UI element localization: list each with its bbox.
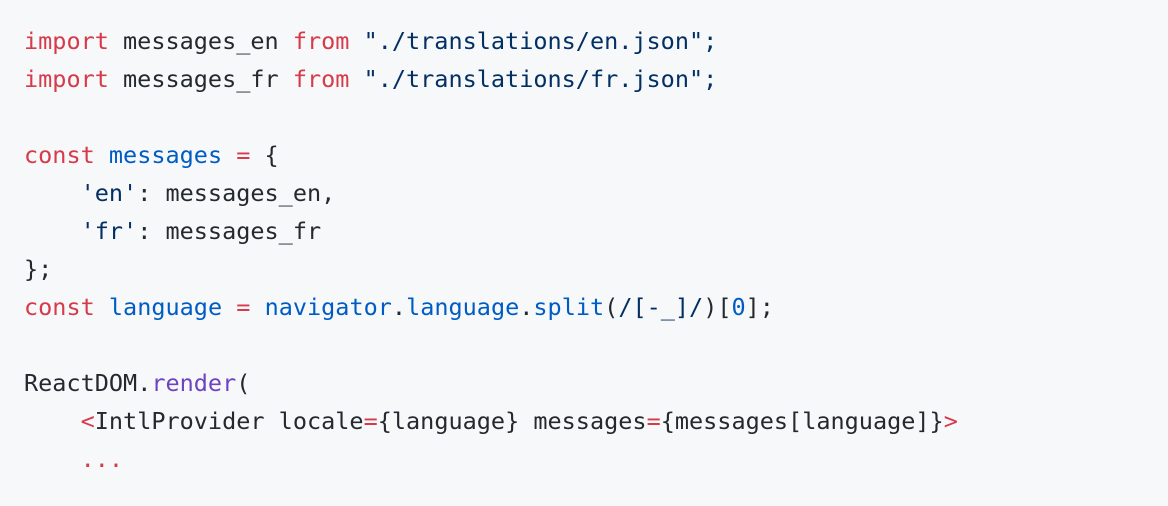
code-line: ...	[24, 440, 1168, 478]
code-token-plain: ];	[745, 293, 774, 321]
code-token-entity: 0	[731, 293, 746, 321]
code-line: ReactDOM.render(	[24, 364, 1168, 402]
code-token-string: "./translations/en.json";	[349, 27, 718, 55]
code-block: import messages_en from "./translations/…	[0, 0, 1168, 506]
code-line: const language = navigator.language.spli…	[24, 288, 1168, 326]
code-line: 'en': messages_en,	[24, 174, 1168, 212]
code-token-function: render	[151, 369, 237, 397]
code-token-entity: language	[406, 293, 520, 321]
code-token-plain: .	[137, 369, 152, 397]
code-token-keyword: import	[24, 65, 109, 93]
code-token-entity: messages	[108, 141, 223, 169]
code-token-string: /[-_]/	[618, 293, 704, 321]
code-token-plain: .	[519, 293, 534, 321]
code-token-plain: (	[604, 293, 619, 321]
code-token-plain: {language} messages	[377, 407, 647, 435]
code-token-plain: : messages_fr	[137, 217, 322, 245]
code-token-plain: IntlProvider locale	[94, 407, 364, 435]
code-token-entity: split	[533, 293, 605, 321]
code-line: const messages = {	[24, 136, 1168, 174]
code-token-keyword: const	[24, 293, 95, 321]
code-token-keyword: import	[24, 27, 109, 55]
code-token-plain: .	[391, 293, 407, 321]
code-token-plain: (	[236, 369, 251, 397]
code-token-entity: language	[108, 293, 223, 321]
code-line: import messages_fr from "./translations/…	[24, 60, 1168, 98]
code-token-keyword: >	[943, 407, 958, 435]
code-token-string: 'fr'	[80, 217, 138, 245]
code-token-keyword: from	[292, 27, 350, 55]
code-token-keyword: from	[292, 65, 350, 93]
code-line: import messages_en from "./translations/…	[24, 22, 1168, 60]
code-token-string: "./translations/fr.json";	[349, 65, 718, 93]
code-token-keyword: ...	[80, 445, 124, 473]
code-token-keyword: =	[363, 407, 378, 435]
code-token-string: 'en'	[80, 179, 138, 207]
code-token-plain: {messages[language]}	[660, 407, 944, 435]
code-token-keyword: =	[646, 407, 661, 435]
code-token-plain: messages_fr	[108, 65, 293, 93]
code-token-keyword: =	[236, 293, 251, 321]
code-token-keyword: const	[24, 141, 95, 169]
code-token-plain: messages_en	[108, 27, 293, 55]
code-line: 'fr': messages_fr	[24, 212, 1168, 250]
code-token-plain: : messages_en,	[137, 179, 336, 207]
code-token-plain: )[	[703, 293, 732, 321]
code-token-plain: {	[250, 141, 279, 169]
code-token-keyword: =	[236, 141, 251, 169]
code-token-entity: navigator	[264, 293, 392, 321]
code-token-keyword: <	[80, 407, 95, 435]
code-token-plain: ReactDOM	[24, 369, 138, 397]
code-line: };	[24, 250, 1168, 288]
code-line: <IntlProvider locale={language} messages…	[24, 402, 1168, 440]
code-token-plain: };	[24, 255, 53, 283]
